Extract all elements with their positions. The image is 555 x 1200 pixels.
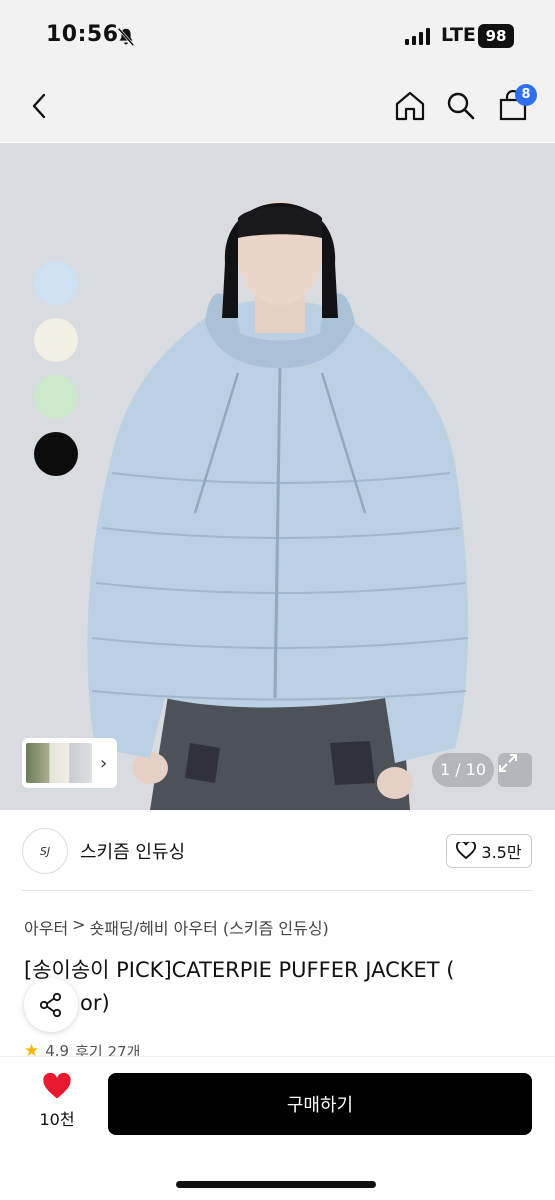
- product-title-line1: [송이송이 PICK]CATERPIE PUFFER JACKET (: [24, 958, 455, 982]
- search-button[interactable]: [441, 86, 481, 126]
- home-icon: [395, 91, 425, 121]
- breadcrumb-subcategory[interactable]: 숏패딩/헤비 아우터 (스키즘 인듀싱): [90, 915, 329, 939]
- home-button[interactable]: [390, 86, 430, 126]
- bottom-action-bar: 10천 구매하기: [0, 1056, 555, 1200]
- brand-name[interactable]: 스키즘 인듀싱: [80, 838, 185, 864]
- share-button[interactable]: [24, 978, 78, 1032]
- image-counter: 1 / 10: [432, 753, 494, 787]
- divider: [22, 890, 532, 891]
- heart-outline-icon: [456, 842, 477, 860]
- wish-button[interactable]: 10천: [22, 1072, 92, 1130]
- chevron-right-icon: ›: [100, 752, 108, 774]
- cart-count-badge: 8: [515, 84, 537, 106]
- cart-button[interactable]: 8: [493, 84, 537, 126]
- brand-like-count: 3.5만: [481, 843, 522, 862]
- signal-icon: [405, 28, 430, 45]
- wish-count: 10천: [39, 1110, 75, 1129]
- share-icon: [39, 992, 62, 1018]
- top-nav: 8: [0, 70, 555, 142]
- brand-logo[interactable]: SJ: [22, 828, 68, 874]
- chevron-left-icon: [32, 93, 46, 119]
- battery-indicator: 98: [478, 24, 514, 48]
- color-swatch-mint[interactable]: [34, 375, 78, 419]
- color-swatch-sky-blue[interactable]: [34, 261, 78, 305]
- breadcrumb-separator: >: [72, 915, 86, 934]
- expand-icon: [499, 754, 517, 772]
- model-photo: [0, 143, 555, 810]
- color-swatches: [34, 261, 78, 476]
- back-button[interactable]: [20, 86, 60, 126]
- search-icon: [447, 92, 475, 120]
- breadcrumb-category[interactable]: 아우터: [24, 915, 68, 939]
- color-swatch-cream[interactable]: [34, 318, 78, 362]
- brand-row: SJ 스키즘 인듀싱 3.5만: [22, 826, 532, 874]
- home-indicator: [176, 1181, 376, 1188]
- breadcrumb: 아우터 > 숏패딩/헤비 아우터 (스키즘 인듀싱): [24, 915, 329, 939]
- product-title: [송이송이 PICK]CATERPIE PUFFER JACKET ( or): [24, 954, 534, 1020]
- brand-like-button[interactable]: 3.5만: [446, 834, 532, 868]
- thumbnail-strip-button[interactable]: ›: [22, 738, 117, 788]
- status-bar: 10:56 LTE 98: [0, 0, 555, 70]
- heart-filled-icon: [43, 1072, 71, 1099]
- bell-muted-icon: [117, 27, 135, 47]
- expand-button[interactable]: [498, 753, 532, 787]
- color-swatch-black[interactable]: [34, 432, 78, 476]
- product-title-line2: or): [80, 991, 110, 1015]
- buy-button[interactable]: 구매하기: [108, 1073, 532, 1135]
- thumbnail-image: [26, 743, 92, 783]
- product-image[interactable]: › 1 / 10: [0, 143, 555, 810]
- network-label: LTE: [441, 24, 476, 46]
- status-time: 10:56: [46, 22, 119, 47]
